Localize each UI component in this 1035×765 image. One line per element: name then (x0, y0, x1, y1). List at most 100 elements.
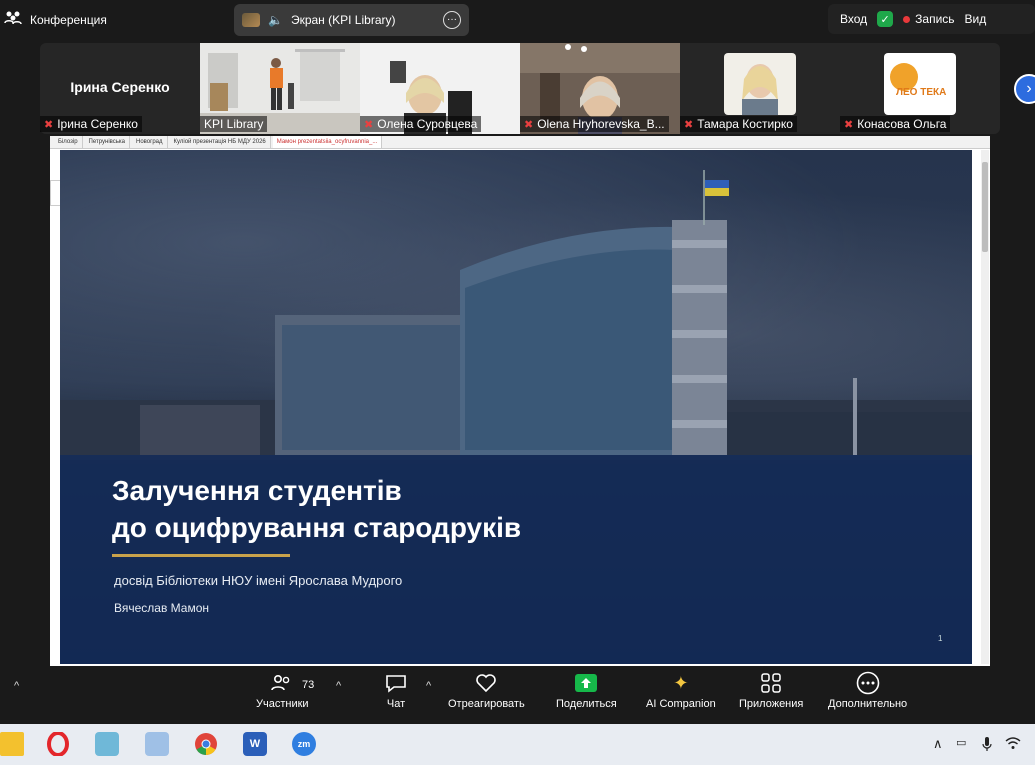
scrollbar-thumb[interactable] (982, 162, 988, 252)
browser-tab-bar: Білозір Петрунівська Новоград Куліой пре… (50, 136, 990, 149)
chat-label: Чат (386, 698, 406, 710)
zoom-app-icon[interactable]: zm (292, 732, 316, 756)
slide-title-line2: до оцифрування стародруків (112, 512, 522, 543)
share-button[interactable]: Поделиться (556, 672, 617, 710)
chat-button[interactable]: Чат (384, 672, 408, 710)
participants-caret-icon[interactable]: ^ (336, 680, 341, 692)
participant-name: Ірина Серенко (57, 117, 138, 131)
ai-companion-button[interactable]: ✦ AI Companion (646, 672, 716, 711)
apps-button[interactable]: Приложения (739, 672, 803, 710)
view-button[interactable]: Вид (965, 12, 987, 26)
participant-name-tag: ✖ Тамара Костирко (680, 116, 797, 132)
battery-icon[interactable]: ▭ (956, 736, 966, 749)
mic-muted-icon: ✖ (684, 118, 694, 131)
signin-button[interactable]: Вход (840, 12, 867, 26)
speaker-icon: 🔈 (268, 13, 283, 27)
top-bar: Конференция 🔈 Экран (KPI Library) ··· Вх… (0, 0, 1035, 40)
participant-tile[interactable]: ✖ Олена Суровцева (360, 43, 520, 134)
more-button[interactable]: Дополнительно (828, 671, 908, 710)
browser-tab[interactable]: Білозір (54, 136, 83, 148)
participant-name-tag: ✖ Олена Суровцева (360, 116, 482, 132)
microphone-icon[interactable] (982, 736, 992, 755)
more-options-icon[interactable]: ··· (443, 11, 461, 29)
participants-count: 73 (302, 679, 315, 691)
react-label: Отреагировать (448, 698, 525, 710)
screen-share-pill[interactable]: 🔈 Экран (KPI Library) ··· (234, 4, 469, 36)
meeting-icon (4, 10, 22, 29)
tray-expand-icon[interactable]: ∧ (933, 736, 943, 752)
record-button[interactable]: Запись (903, 12, 955, 26)
participant-name-tag: ✖ Ірина Серенко (40, 116, 142, 132)
file-explorer-icon[interactable] (0, 732, 24, 756)
vertical-scrollbar[interactable] (981, 150, 989, 664)
paint-icon[interactable] (145, 732, 169, 756)
participant-name: Конасова Ольга (857, 117, 947, 131)
share-label: Поделиться (556, 698, 617, 710)
react-button[interactable]: Отреагировать (448, 672, 525, 710)
apps-icon (759, 672, 783, 694)
sparkle-icon: ✦ (673, 672, 689, 693)
more-label: Дополнительно (828, 698, 908, 710)
chat-icon (384, 672, 408, 694)
participant-tile[interactable]: ✖ Olena Hryhorevska_В... (520, 43, 680, 134)
opera-icon[interactable] (46, 732, 70, 756)
chrome-icon[interactable] (194, 732, 218, 756)
notes-app-icon[interactable] (95, 732, 119, 756)
expand-caret-icon[interactable]: ^ (14, 680, 19, 692)
browser-tab[interactable]: Новоград (132, 136, 168, 148)
presentation-slide: Залучення студентів до оцифрування старо… (60, 150, 972, 664)
slide-subtitle: досвід Бібліотеки НЮУ імені Ярослава Муд… (114, 573, 403, 588)
record-label: Запись (915, 12, 955, 26)
next-page-chevron-icon[interactable]: › (1014, 74, 1035, 104)
slide-title-line1: Залучення студентів (112, 475, 402, 506)
participant-name: Тамара Костирко (697, 117, 793, 131)
participant-name: KPI Library (204, 117, 264, 131)
share-thumbnail (242, 13, 260, 27)
video-strip: Ірина Серенко ✖ Ірина Серенко KPI Library (40, 43, 1000, 134)
share-screen-icon (574, 672, 598, 694)
more-icon (856, 671, 880, 695)
slide-author: Вячеслав Мамон (114, 601, 210, 615)
participants-icon (270, 672, 294, 694)
mic-muted-icon: ✖ (44, 118, 54, 131)
heart-icon (474, 672, 498, 694)
mic-muted-icon: ✖ (844, 118, 854, 131)
participants-button[interactable]: Участники (256, 672, 309, 710)
title-underline (112, 554, 290, 557)
participant-tile[interactable]: ✖ Тамара Костирко (680, 43, 840, 134)
participant-name-tag: ✖ Olena Hryhorevska_В... (520, 116, 669, 132)
record-dot-icon (903, 15, 911, 23)
apps-label: Приложения (739, 698, 804, 710)
slide-title: Залучення студентів до оцифрування старо… (112, 472, 521, 546)
logo-text: ЛЕО ТЕКА (896, 87, 947, 98)
participant-placeholder-name: Ірина Серенко (70, 79, 170, 95)
meeting-toolbar: ^ Участники 73 ^ Чат ^ Отреагировать Под… (0, 666, 1035, 724)
browser-tab[interactable]: Куліой презентація НБ МДУ 2026 (170, 136, 271, 148)
chat-caret-icon[interactable]: ^ (426, 680, 431, 692)
participant-name: Олена Суровцева (377, 117, 478, 131)
top-right-controls: Вход ✓ Запись Вид (828, 4, 1035, 34)
mic-muted-icon: ✖ (524, 118, 534, 131)
word-icon[interactable]: W (243, 732, 267, 756)
participant-tile[interactable]: ЛЕО ТЕКА ✖ Конасова Ольга (840, 43, 1000, 134)
zoom-window: Конференция 🔈 Экран (KPI Library) ··· Вх… (0, 0, 1035, 765)
participant-name-tag: KPI Library (200, 116, 268, 132)
browser-tab[interactable]: Петрунівська (85, 136, 130, 148)
browser-tab-active[interactable]: Мамон prezentatsiia_ocyfruvannia_... (272, 136, 383, 148)
participant-name: Olena Hryhorevska_В... (537, 117, 665, 131)
wifi-icon[interactable] (1005, 736, 1021, 753)
participants-label: Участники (256, 698, 309, 710)
shared-screen: Білозір Петрунівська Новоград Куліой пре… (50, 136, 990, 666)
mic-muted-icon: ✖ (364, 118, 374, 131)
ai-label: AI Companion (646, 698, 716, 710)
participant-name-tag: ✖ Конасова Ольга (840, 116, 951, 132)
app-title: Конференция (30, 12, 107, 27)
app-title-area: Конференция (4, 10, 107, 29)
share-pill-label: Экран (KPI Library) (290, 13, 396, 27)
windows-taskbar: W zm ∧ ▭ (0, 724, 1035, 765)
participant-tile[interactable]: Ірина Серенко ✖ Ірина Серенко (40, 43, 200, 134)
slide-page-number: 1 (938, 634, 943, 643)
participant-tile-active[interactable]: KPI Library (200, 43, 360, 134)
leoteka-logo: ЛЕО ТЕКА (884, 53, 956, 115)
security-shield-icon[interactable]: ✓ (877, 11, 894, 27)
